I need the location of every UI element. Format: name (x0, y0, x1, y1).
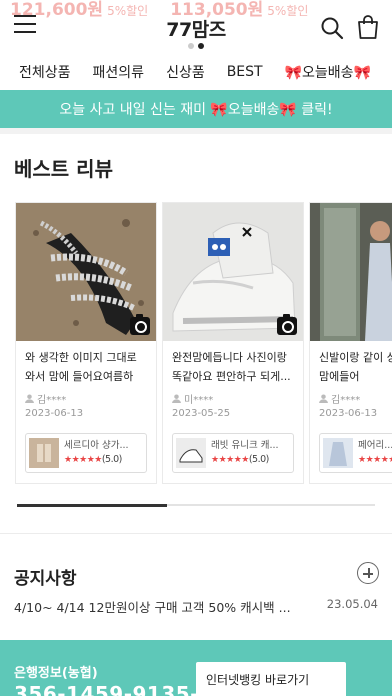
nav-item-fashion[interactable]: 패션의류 (93, 62, 145, 82)
rating-stars: ★★★★★(5.0) (64, 454, 122, 465)
nav-item-today-delivery[interactable]: 🎀오늘배송🎀 (285, 62, 371, 82)
product-name: 래빗 유니크 캐... (211, 440, 279, 451)
review-product[interactable]: 페어리... ★★★★★ (319, 433, 392, 473)
review-text: 신발이랑 같이 상 샀는데 맘에들어 (319, 351, 392, 383)
camera-icon (277, 314, 297, 335)
search-icon[interactable] (320, 16, 344, 40)
product-thumbnail (323, 438, 353, 468)
internet-banking-button[interactable]: 인터넷뱅킹 바로가기 (196, 662, 346, 696)
divider (0, 128, 392, 134)
review-date: 2023-06-13 (25, 408, 84, 419)
review-user: 미**** (163, 387, 303, 406)
product-name: 페어리... (358, 440, 392, 451)
nav-item-best[interactable]: BEST (227, 64, 263, 80)
review-user: 김**** (16, 387, 156, 406)
review-user: 김**** (310, 387, 392, 406)
divider (0, 533, 392, 534)
review-card[interactable]: 완전맘에듭니다 사진이랑 똑같아요 편안하구 되게... 미**** 2023-… (162, 202, 304, 484)
carousel-scrollbar[interactable] (17, 504, 375, 507)
footer-bank-info: 은행정보(농협) 356-1459-9135-83 인터넷뱅킹 바로가기 (0, 640, 392, 696)
nav-item-all[interactable]: 전체상품 (19, 62, 71, 82)
product-name: 세르디아 샹가... (64, 440, 129, 451)
review-product[interactable]: 세르디아 샹가... ★★★★★(5.0) (25, 433, 147, 473)
review-text: 완전맘에듭니다 사진이랑 똑같아요 편안하구 되게... (172, 351, 291, 383)
notice-date: 23.05.04 (326, 597, 378, 611)
review-product[interactable]: 래빗 유니크 캐... ★★★★★(5.0) (172, 433, 294, 473)
notice-title: 공지사항 (14, 569, 77, 589)
user-icon (319, 394, 328, 403)
review-text: 와 생각한 이미지 그대로 와서 맘에 들어요여름하 (25, 351, 137, 383)
review-date: 2023-06-13 (319, 408, 378, 419)
review-card[interactable]: 신발이랑 같이 상 샀는데 맘에들어 김**** 2023-06-13 페어리.… (309, 202, 392, 484)
product-thumbnail (176, 438, 206, 468)
review-photo (16, 203, 156, 341)
rating-stars: ★★★★★(5.0) (211, 454, 269, 465)
plus-icon[interactable] (357, 562, 379, 584)
review-card[interactable]: 와 생각한 이미지 그대로 와서 맘에 들어요여름하 김**** 2023-06… (15, 202, 157, 484)
camera-icon (130, 314, 150, 335)
review-photo (163, 203, 303, 341)
promo-text: 오늘 사고 내일 신는 재미 🎀오늘배송🎀 클릭! (59, 102, 333, 118)
header: 77맘즈 (0, 0, 392, 56)
rating-stars: ★★★★★ (358, 455, 392, 465)
bank-label: 은행정보(농협) (14, 666, 98, 681)
product-thumbnail (29, 438, 59, 468)
review-photo (310, 203, 392, 341)
review-date: 2023-05-25 (172, 408, 231, 419)
nav-item-new[interactable]: 신상품 (166, 62, 205, 82)
user-icon (172, 394, 181, 403)
notice-text: 4/10~ 4/14 12만원이상 구매 고객 50% 캐시백 ... (14, 600, 291, 615)
review-carousel[interactable]: 와 생각한 이미지 그대로 와서 맘에 들어요여름하 김**** 2023-06… (15, 202, 392, 486)
promo-banner[interactable]: 오늘 사고 내일 신는 재미 🎀오늘배송🎀 클릭! (0, 90, 392, 128)
best-review-title: 베스트 리뷰 (14, 157, 113, 181)
notice-item[interactable]: 4/10~ 4/14 12만원이상 구매 고객 50% 캐시백 ... 23.0… (14, 597, 378, 616)
user-icon (25, 394, 34, 403)
cart-icon[interactable] (356, 14, 380, 40)
category-nav: 전체상품 패션의류 신상품 BEST 🎀오늘배송🎀 (0, 56, 392, 88)
